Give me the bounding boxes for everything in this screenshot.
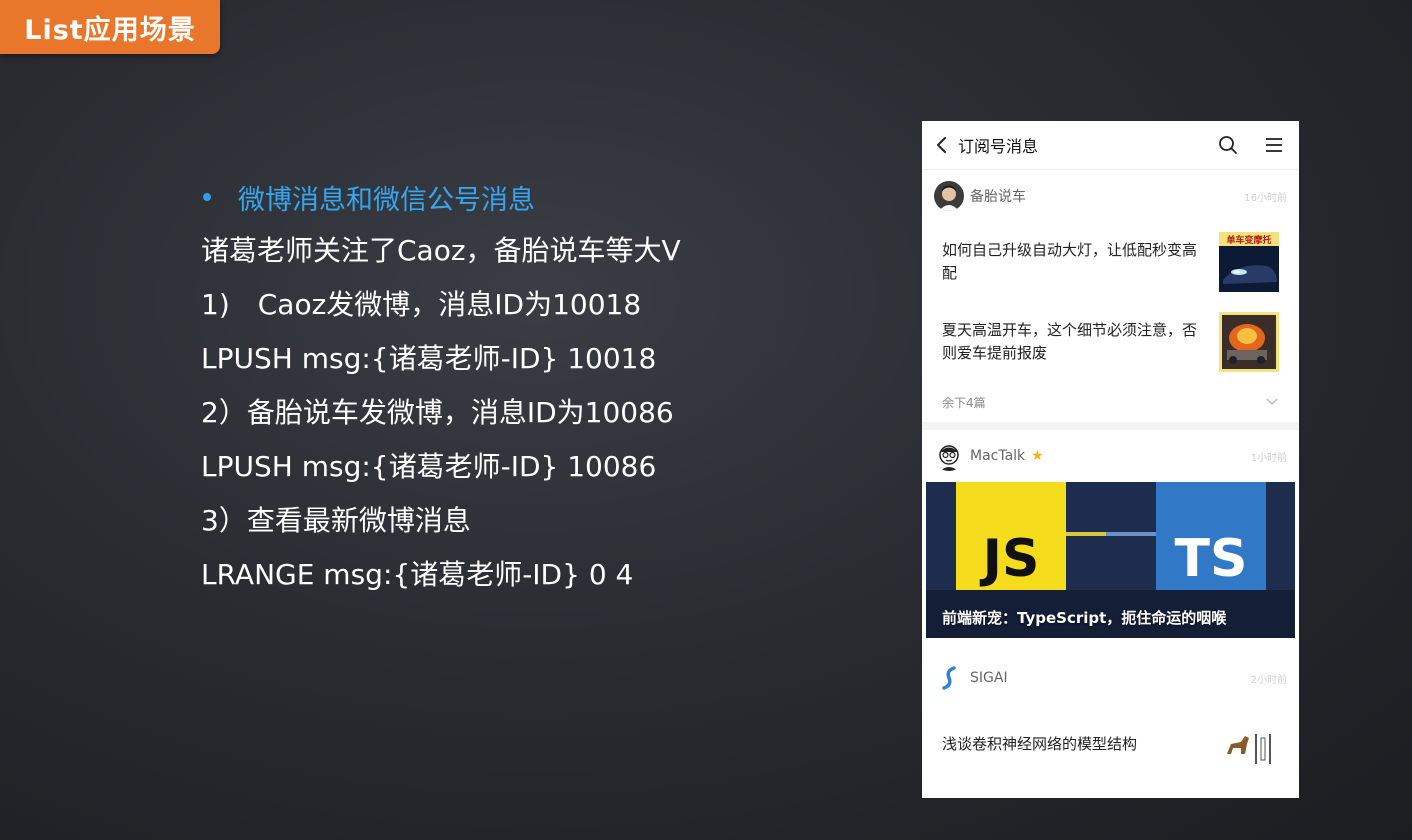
slide-line-lpush2: LPUSH msg:{诸葛老师-ID} 10086 — [201, 450, 657, 483]
slide-title-tag: List应用场景 — [0, 0, 220, 54]
account-row-sigai[interactable]: SIGAI 2小时前 — [922, 652, 1299, 704]
account-time: 16小时前 — [1244, 192, 1287, 204]
bullet-heading-text: 微博消息和微信公号消息 — [238, 184, 535, 216]
account-name: MacTalk ★ — [970, 448, 1044, 464]
avatar — [934, 181, 964, 211]
slide-line-step1: 1) Caoz发微博，消息ID为10018 — [201, 288, 642, 321]
sigai-logo-icon — [934, 663, 964, 693]
slide-line-follow: 诸葛老师关注了Caoz，备胎说车等大V — [201, 234, 681, 267]
star-icon: ★ — [1031, 448, 1044, 464]
article-thumbnail — [1219, 714, 1279, 774]
article-thumbnail: 单车变摩托 — [1219, 232, 1279, 292]
article-title: 浅谈卷积神经网络的模型结构 — [942, 734, 1138, 753]
account-time: 2小时前 — [1250, 674, 1287, 686]
bullet-heading: 微博消息和微信公号消息 — [201, 170, 881, 224]
article-thumbnail — [1219, 312, 1279, 372]
more-articles-label: 余下4篇 — [942, 395, 986, 410]
slide-content: 微博消息和微信公号消息 诸葛老师关注了Caoz，备胎说车等大V 1) Caoz发… — [201, 170, 881, 602]
account-row-beitaishuoche[interactable]: 备胎说车 16小时前 — [922, 170, 1299, 222]
account-row-mactalk[interactable]: MacTalk ★ 1小时前 — [922, 430, 1299, 482]
article-title: 如何自己升级自动大灯，让低配秒变高配 — [942, 241, 1198, 282]
slide-line-step3: 3）查看最新微博消息 — [201, 504, 471, 537]
article-item[interactable]: 如何自己升级自动大灯，让低配秒变高配 单车变摩托 — [922, 222, 1299, 302]
search-icon[interactable] — [1215, 132, 1241, 158]
article-title: 夏天高温开车，这个细节必须注意，否则爱车提前报废 — [942, 321, 1198, 362]
bullet-dot-icon — [203, 193, 211, 201]
avatar — [934, 441, 964, 471]
account-name: 备胎说车 — [970, 189, 1026, 205]
article-item[interactable]: 浅谈卷积神经网络的模型结构 — [922, 704, 1299, 784]
chevron-down-icon — [1265, 395, 1279, 409]
slide-line-lrange: LRANGE msg:{诸葛老师-ID} 0 4 — [201, 558, 634, 591]
phone-header: 订阅号消息 — [922, 121, 1299, 170]
feature-article-card[interactable]: JS TS 前端新宠：TypeScript，扼住命运的咽喉 — [926, 482, 1295, 638]
phone-header-title: 订阅号消息 — [958, 137, 1039, 156]
ts-logo-text: TS — [1175, 529, 1248, 589]
slide-line-step2: 2）备胎说车发微博，消息ID为10086 — [201, 396, 674, 429]
js-logo-text: JS — [980, 529, 1040, 589]
more-articles-row[interactable]: 余下4篇 — [922, 382, 1299, 430]
account-time: 1小时前 — [1250, 452, 1287, 464]
thumbnail-label: 单车变摩托 — [1226, 234, 1271, 246]
article-item[interactable]: 夏天高温开车，这个细节必须注意，否则爱车提前报废 — [922, 302, 1299, 382]
slide-line-lpush1: LPUSH msg:{诸葛老师-ID} 10018 — [201, 342, 657, 375]
menu-icon[interactable] — [1261, 132, 1287, 158]
back-arrow-icon[interactable] — [930, 133, 954, 157]
account-name: SIGAI — [970, 670, 1008, 686]
phone-screenshot: 订阅号消息 备胎说车 16小时前 如何自己升级自动大灯，让低配秒变高配 单车变摩… — [922, 121, 1299, 798]
feature-caption: 前端新宠：TypeScript，扼住命运的咽喉 — [942, 609, 1227, 627]
slide-title: List应用场景 — [24, 14, 196, 46]
